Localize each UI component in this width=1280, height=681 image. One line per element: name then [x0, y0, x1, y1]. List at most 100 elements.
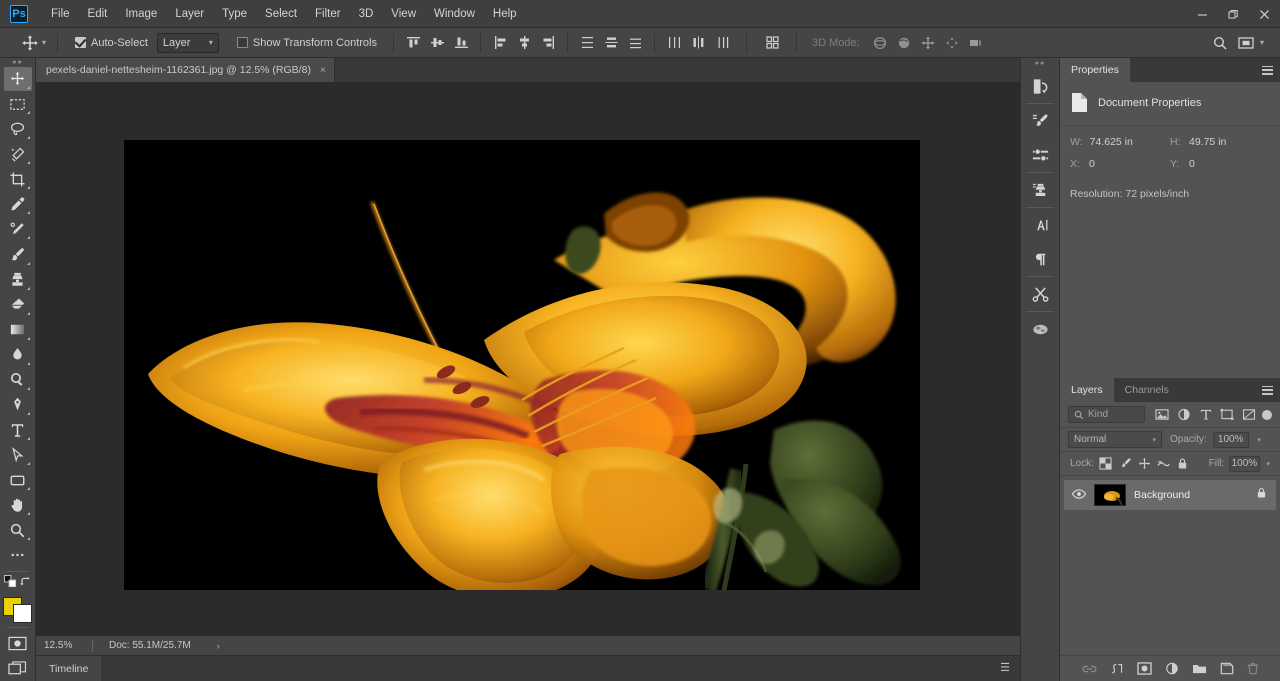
background-color-swatch[interactable] — [12, 604, 32, 624]
eyedropper-tool[interactable] — [4, 192, 32, 216]
distribute-right-edges-button[interactable] — [710, 32, 734, 54]
rail-grip[interactable]: ●● — [1021, 58, 1059, 69]
rectangle-tool[interactable] — [4, 468, 32, 492]
orbit-3d-icon[interactable] — [868, 32, 892, 54]
move-tool[interactable] — [3, 66, 32, 91]
tab-timeline[interactable]: Timeline — [36, 655, 102, 681]
pen-tool[interactable] — [4, 393, 32, 417]
distribute-vertical-centers-button[interactable] — [599, 32, 623, 54]
quick-mask-icon[interactable] — [4, 631, 32, 655]
quick-selection-tool[interactable] — [4, 142, 32, 166]
minimize-button[interactable] — [1187, 0, 1218, 28]
distribute-horizontal-centers-button[interactable] — [686, 32, 710, 54]
zoom-tool[interactable] — [4, 518, 32, 542]
menu-image[interactable]: Image — [116, 4, 166, 24]
chevron-down-icon[interactable]: ▾ — [1260, 38, 1264, 47]
filter-adjustment-icon[interactable] — [1173, 405, 1195, 425]
opacity-stepper[interactable]: ▾ — [1255, 436, 1264, 444]
menu-layer[interactable]: Layer — [166, 4, 213, 24]
panel-menu-icon[interactable] — [1262, 58, 1273, 82]
restore-button[interactable] — [1218, 0, 1249, 28]
resolution-value[interactable]: Resolution: 72 pixels/inch — [1070, 188, 1270, 200]
path-selection-tool[interactable] — [4, 443, 32, 467]
close-button[interactable] — [1249, 0, 1280, 28]
distribute-bottom-edges-button[interactable] — [623, 32, 647, 54]
lasso-tool[interactable] — [4, 117, 32, 141]
lock-icon[interactable] — [1256, 486, 1268, 504]
field-height[interactable]: H: 49.75 in — [1170, 136, 1270, 148]
hand-tool[interactable] — [4, 493, 32, 517]
actions-icon[interactable] — [1022, 277, 1058, 311]
show-transform-controls-row[interactable]: Show Transform Controls — [236, 37, 377, 49]
menu-select[interactable]: Select — [256, 4, 306, 24]
show-transform-controls-checkbox[interactable] — [236, 37, 248, 48]
fill-stepper[interactable]: ▾ — [1265, 460, 1272, 468]
blur-tool[interactable] — [4, 343, 32, 367]
align-vertical-centers-button[interactable] — [425, 32, 449, 54]
menu-window[interactable]: Window — [425, 4, 484, 24]
add-layer-mask-icon[interactable] — [1136, 662, 1152, 675]
brush-tool[interactable] — [4, 242, 32, 266]
menu-3d[interactable]: 3D — [350, 4, 383, 24]
layer-row-background[interactable]: Background — [1064, 480, 1276, 510]
filter-shape-icon[interactable] — [1217, 405, 1239, 425]
menu-filter[interactable]: Filter — [306, 4, 350, 24]
eye-icon[interactable] — [1071, 486, 1087, 504]
layer-name[interactable]: Background — [1134, 489, 1248, 501]
zoom-level[interactable]: 12.5% — [36, 640, 92, 651]
toolbar-grip[interactable]: ●● — [0, 58, 35, 67]
arrange-documents-icon[interactable] — [1234, 32, 1258, 54]
dodge-tool[interactable] — [4, 368, 32, 392]
fill-value[interactable]: 100% — [1229, 455, 1260, 472]
crop-tool[interactable] — [4, 167, 32, 191]
blend-mode-dropdown[interactable]: Normal ▾ — [1068, 431, 1162, 448]
clone-source-icon[interactable] — [1022, 173, 1058, 207]
tool-preset-picker[interactable]: ▾ — [20, 33, 50, 53]
pan-3d-icon[interactable] — [916, 32, 940, 54]
opacity-value[interactable]: 100% — [1212, 431, 1249, 448]
layer-kind-filter[interactable]: Kind — [1068, 406, 1146, 423]
screen-mode-icon[interactable] — [4, 656, 32, 680]
align-and-distribute-icon[interactable] — [760, 32, 784, 54]
slide-3d-icon[interactable] — [940, 32, 964, 54]
align-bottom-edges-button[interactable] — [449, 32, 473, 54]
3d-materials-icon[interactable] — [1022, 312, 1058, 346]
filter-enable-toggle[interactable] — [1262, 409, 1273, 420]
panel-menu-icon[interactable]: ☰ — [1000, 663, 1010, 674]
spot-healing-brush-tool[interactable] — [4, 217, 32, 241]
artboard[interactable] — [124, 140, 920, 590]
history-icon[interactable] — [1022, 69, 1058, 103]
edit-toolbar-more[interactable] — [4, 543, 32, 567]
canvas-area[interactable] — [36, 82, 1020, 635]
new-layer-icon[interactable] — [1220, 662, 1234, 675]
tab-properties[interactable]: Properties — [1060, 58, 1130, 82]
auto-select-target-dropdown[interactable]: Layer ▾ — [156, 32, 219, 53]
menu-help[interactable]: Help — [484, 4, 526, 24]
menu-edit[interactable]: Edit — [79, 4, 117, 24]
clone-stamp-tool[interactable] — [4, 268, 32, 292]
roll-3d-icon[interactable] — [892, 32, 916, 54]
menu-type[interactable]: Type — [213, 4, 256, 24]
align-left-edges-button[interactable] — [488, 32, 512, 54]
eraser-tool[interactable] — [4, 293, 32, 317]
field-y[interactable]: Y: 0 — [1170, 158, 1270, 170]
close-icon[interactable]: × — [320, 65, 326, 76]
tab-layers[interactable]: Layers — [1060, 378, 1114, 402]
search-icon[interactable] — [1208, 32, 1232, 54]
menu-view[interactable]: View — [382, 4, 425, 24]
lock-all-icon[interactable] — [1176, 455, 1190, 472]
scale-3d-icon[interactable] — [964, 32, 988, 54]
document-size-info[interactable]: Doc: 55.1M/25.7M — [93, 640, 191, 651]
align-right-edges-button[interactable] — [536, 32, 560, 54]
color-swatches[interactable] — [2, 597, 33, 624]
rectangular-marquee-tool[interactable] — [4, 92, 32, 116]
document-tab[interactable]: pexels-daniel-nettesheim-1162361.jpg @ 1… — [36, 58, 335, 82]
default-colors-icon[interactable] — [3, 575, 17, 593]
lock-image-pixels-icon[interactable] — [1118, 455, 1132, 472]
menu-file[interactable]: File — [42, 4, 79, 24]
status-expand-arrow[interactable]: › — [217, 641, 220, 651]
filter-type-icon[interactable] — [1195, 405, 1217, 425]
lock-position-icon[interactable] — [1137, 455, 1151, 472]
tab-channels[interactable]: Channels — [1113, 378, 1180, 402]
auto-select-checkbox-row[interactable]: Auto-Select — [75, 37, 148, 49]
